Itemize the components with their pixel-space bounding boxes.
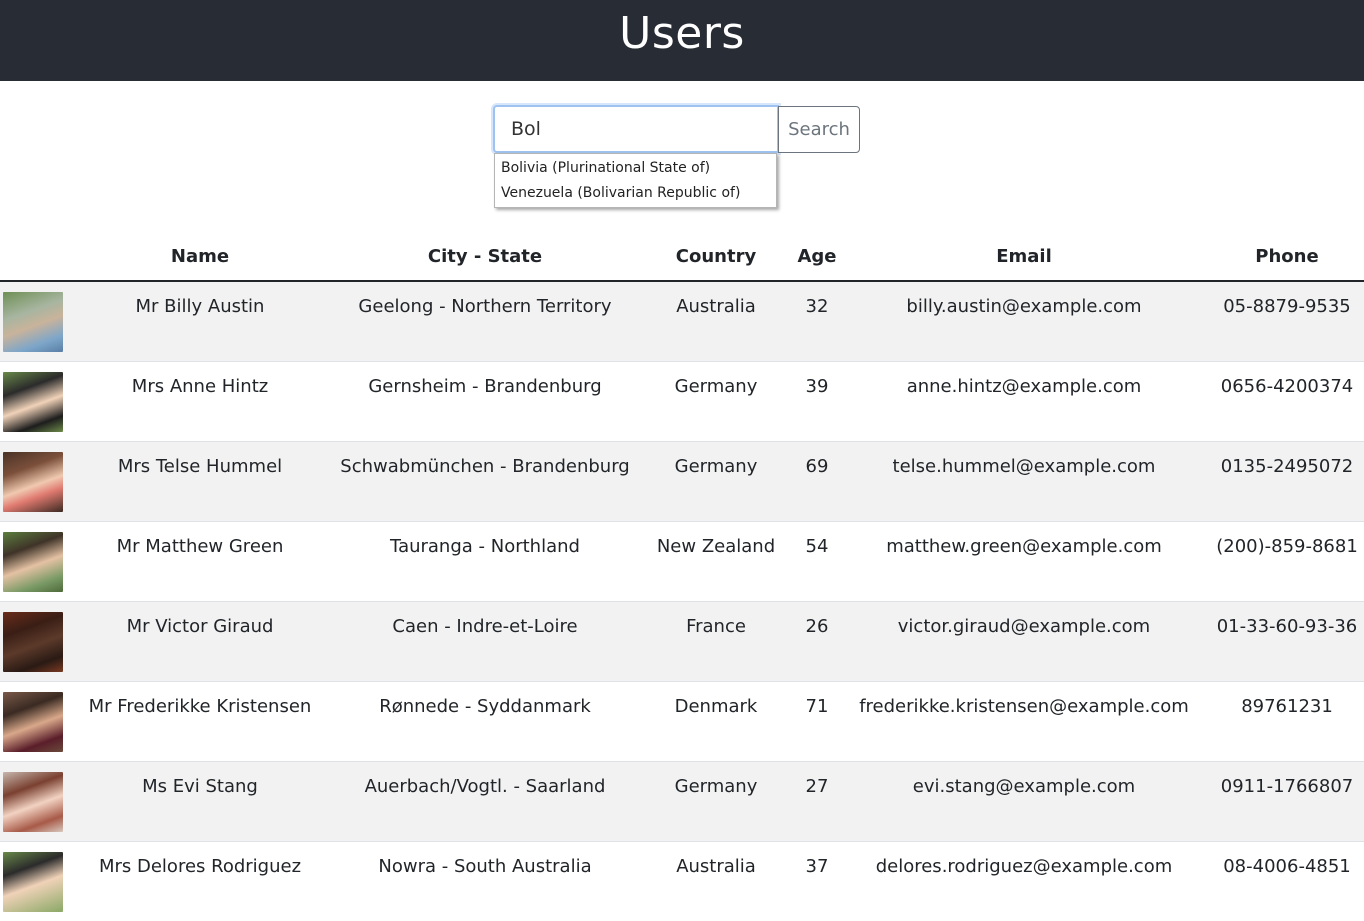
age-cell: 27 <box>796 760 838 841</box>
city-state-cell: Nowra - South Australia <box>334 840 636 921</box>
name-cell: Ms Evi Stang <box>66 760 334 841</box>
age-cell: 32 <box>796 280 838 361</box>
name-cell: Mr Billy Austin <box>66 280 334 361</box>
autocomplete-option[interactable]: Venezuela (Bolivarian Republic of) <box>495 181 776 206</box>
country-cell: France <box>636 600 796 681</box>
avatar-cell <box>0 360 66 441</box>
avatar <box>3 371 63 432</box>
column-header-name[interactable]: Name <box>66 232 334 282</box>
city-state-cell: Geelong - Northern Territory <box>334 280 636 361</box>
city-state-cell: Auerbach/Vogtl. - Saarland <box>334 760 636 841</box>
name-cell: Mrs Telse Hummel <box>66 440 334 521</box>
name-cell: Mr Victor Giraud <box>66 600 334 681</box>
search-button[interactable]: Search <box>778 106 860 153</box>
avatar <box>3 851 63 912</box>
city-state-cell: Tauranga - Northland <box>334 520 636 601</box>
email-cell: frederikke.kristensen@example.com <box>838 680 1210 761</box>
phone-cell: 08-4006-4851 <box>1210 840 1364 921</box>
country-cell: Denmark <box>636 680 796 761</box>
avatar-cell <box>0 520 66 601</box>
city-state-cell: Rønnede - Syddanmark <box>334 680 636 761</box>
country-cell: Germany <box>636 360 796 441</box>
avatar-cell <box>0 440 66 521</box>
phone-cell: 0135-2495072 <box>1210 440 1364 521</box>
name-cell: Mr Matthew Green <box>66 520 334 601</box>
column-header-phone[interactable]: Phone <box>1210 232 1364 282</box>
search-form: Search <box>493 105 867 153</box>
age-cell: 54 <box>796 520 838 601</box>
avatar <box>3 611 63 672</box>
avatar-cell <box>0 680 66 761</box>
email-cell: billy.austin@example.com <box>838 280 1210 361</box>
email-cell: matthew.green@example.com <box>838 520 1210 601</box>
email-cell: evi.stang@example.com <box>838 760 1210 841</box>
users-table: Name City - State Country Age Email Phon… <box>0 232 1364 921</box>
table-row: Mr Matthew Green Tauranga - Northland Ne… <box>0 520 1364 601</box>
country-cell: Australia <box>636 280 796 361</box>
page-title: Users <box>619 8 745 59</box>
column-header-country[interactable]: Country <box>636 232 796 282</box>
table-header: Name City - State Country Age Email Phon… <box>0 232 1364 282</box>
country-cell: Australia <box>636 840 796 921</box>
avatar-cell <box>0 760 66 841</box>
column-header-city-state[interactable]: City - State <box>334 232 636 282</box>
table-row: Mr Frederikke Kristensen Rønnede - Sydda… <box>0 680 1364 761</box>
country-cell: New Zealand <box>636 520 796 601</box>
avatar <box>3 451 63 512</box>
table-body: Mr Billy Austin Geelong - Northern Terri… <box>0 280 1364 921</box>
avatar <box>3 531 63 592</box>
email-cell: anne.hintz@example.com <box>838 360 1210 441</box>
avatar <box>3 771 63 832</box>
table-row: Mr Victor Giraud Caen - Indre-et-Loire F… <box>0 600 1364 681</box>
table-row: Mrs Anne Hintz Gernsheim - Brandenburg G… <box>0 360 1364 441</box>
phone-cell: 0911-1766807 <box>1210 760 1364 841</box>
phone-cell: 89761231 <box>1210 680 1364 761</box>
phone-cell: 0656-4200374 <box>1210 360 1364 441</box>
phone-cell: (200)-859-8681 <box>1210 520 1364 601</box>
table-row: Mr Billy Austin Geelong - Northern Terri… <box>0 280 1364 361</box>
name-cell: Mrs Anne Hintz <box>66 360 334 441</box>
name-cell: Mrs Delores Rodriguez <box>66 840 334 921</box>
avatar <box>3 292 63 352</box>
avatar-cell <box>0 840 66 921</box>
city-state-cell: Schwabmünchen - Brandenburg <box>334 440 636 521</box>
age-cell: 37 <box>796 840 838 921</box>
age-cell: 39 <box>796 360 838 441</box>
country-cell: Germany <box>636 440 796 521</box>
phone-cell: 01-33-60-93-36 <box>1210 600 1364 681</box>
avatar-cell <box>0 280 66 361</box>
age-cell: 26 <box>796 600 838 681</box>
age-cell: 71 <box>796 680 838 761</box>
column-header-email[interactable]: Email <box>838 232 1210 282</box>
avatar-cell <box>0 600 66 681</box>
email-cell: delores.rodriguez@example.com <box>838 840 1210 921</box>
header-row: Name City - State Country Age Email Phon… <box>0 232 1364 282</box>
column-header-age[interactable]: Age <box>796 232 838 282</box>
country-cell: Germany <box>636 760 796 841</box>
autocomplete-option[interactable]: Bolivia (Plurinational State of) <box>495 156 776 181</box>
table-row: Mrs Delores Rodriguez Nowra - South Aust… <box>0 840 1364 921</box>
phone-cell: 05-8879-9535 <box>1210 280 1364 361</box>
table-row: Mrs Telse Hummel Schwabmünchen - Branden… <box>0 440 1364 521</box>
age-cell: 69 <box>796 440 838 521</box>
avatar <box>3 691 63 752</box>
app-header: Users <box>0 0 1364 81</box>
email-cell: victor.giraud@example.com <box>838 600 1210 681</box>
name-cell: Mr Frederikke Kristensen <box>66 680 334 761</box>
city-state-cell: Caen - Indre-et-Loire <box>334 600 636 681</box>
city-state-cell: Gernsheim - Brandenburg <box>334 360 636 441</box>
search-input[interactable] <box>493 105 779 153</box>
email-cell: telse.hummel@example.com <box>838 440 1210 521</box>
autocomplete-list: Bolivia (Plurinational State of) Venezue… <box>494 153 777 208</box>
table-row: Ms Evi Stang Auerbach/Vogtl. - Saarland … <box>0 760 1364 841</box>
column-header-image <box>0 232 66 282</box>
